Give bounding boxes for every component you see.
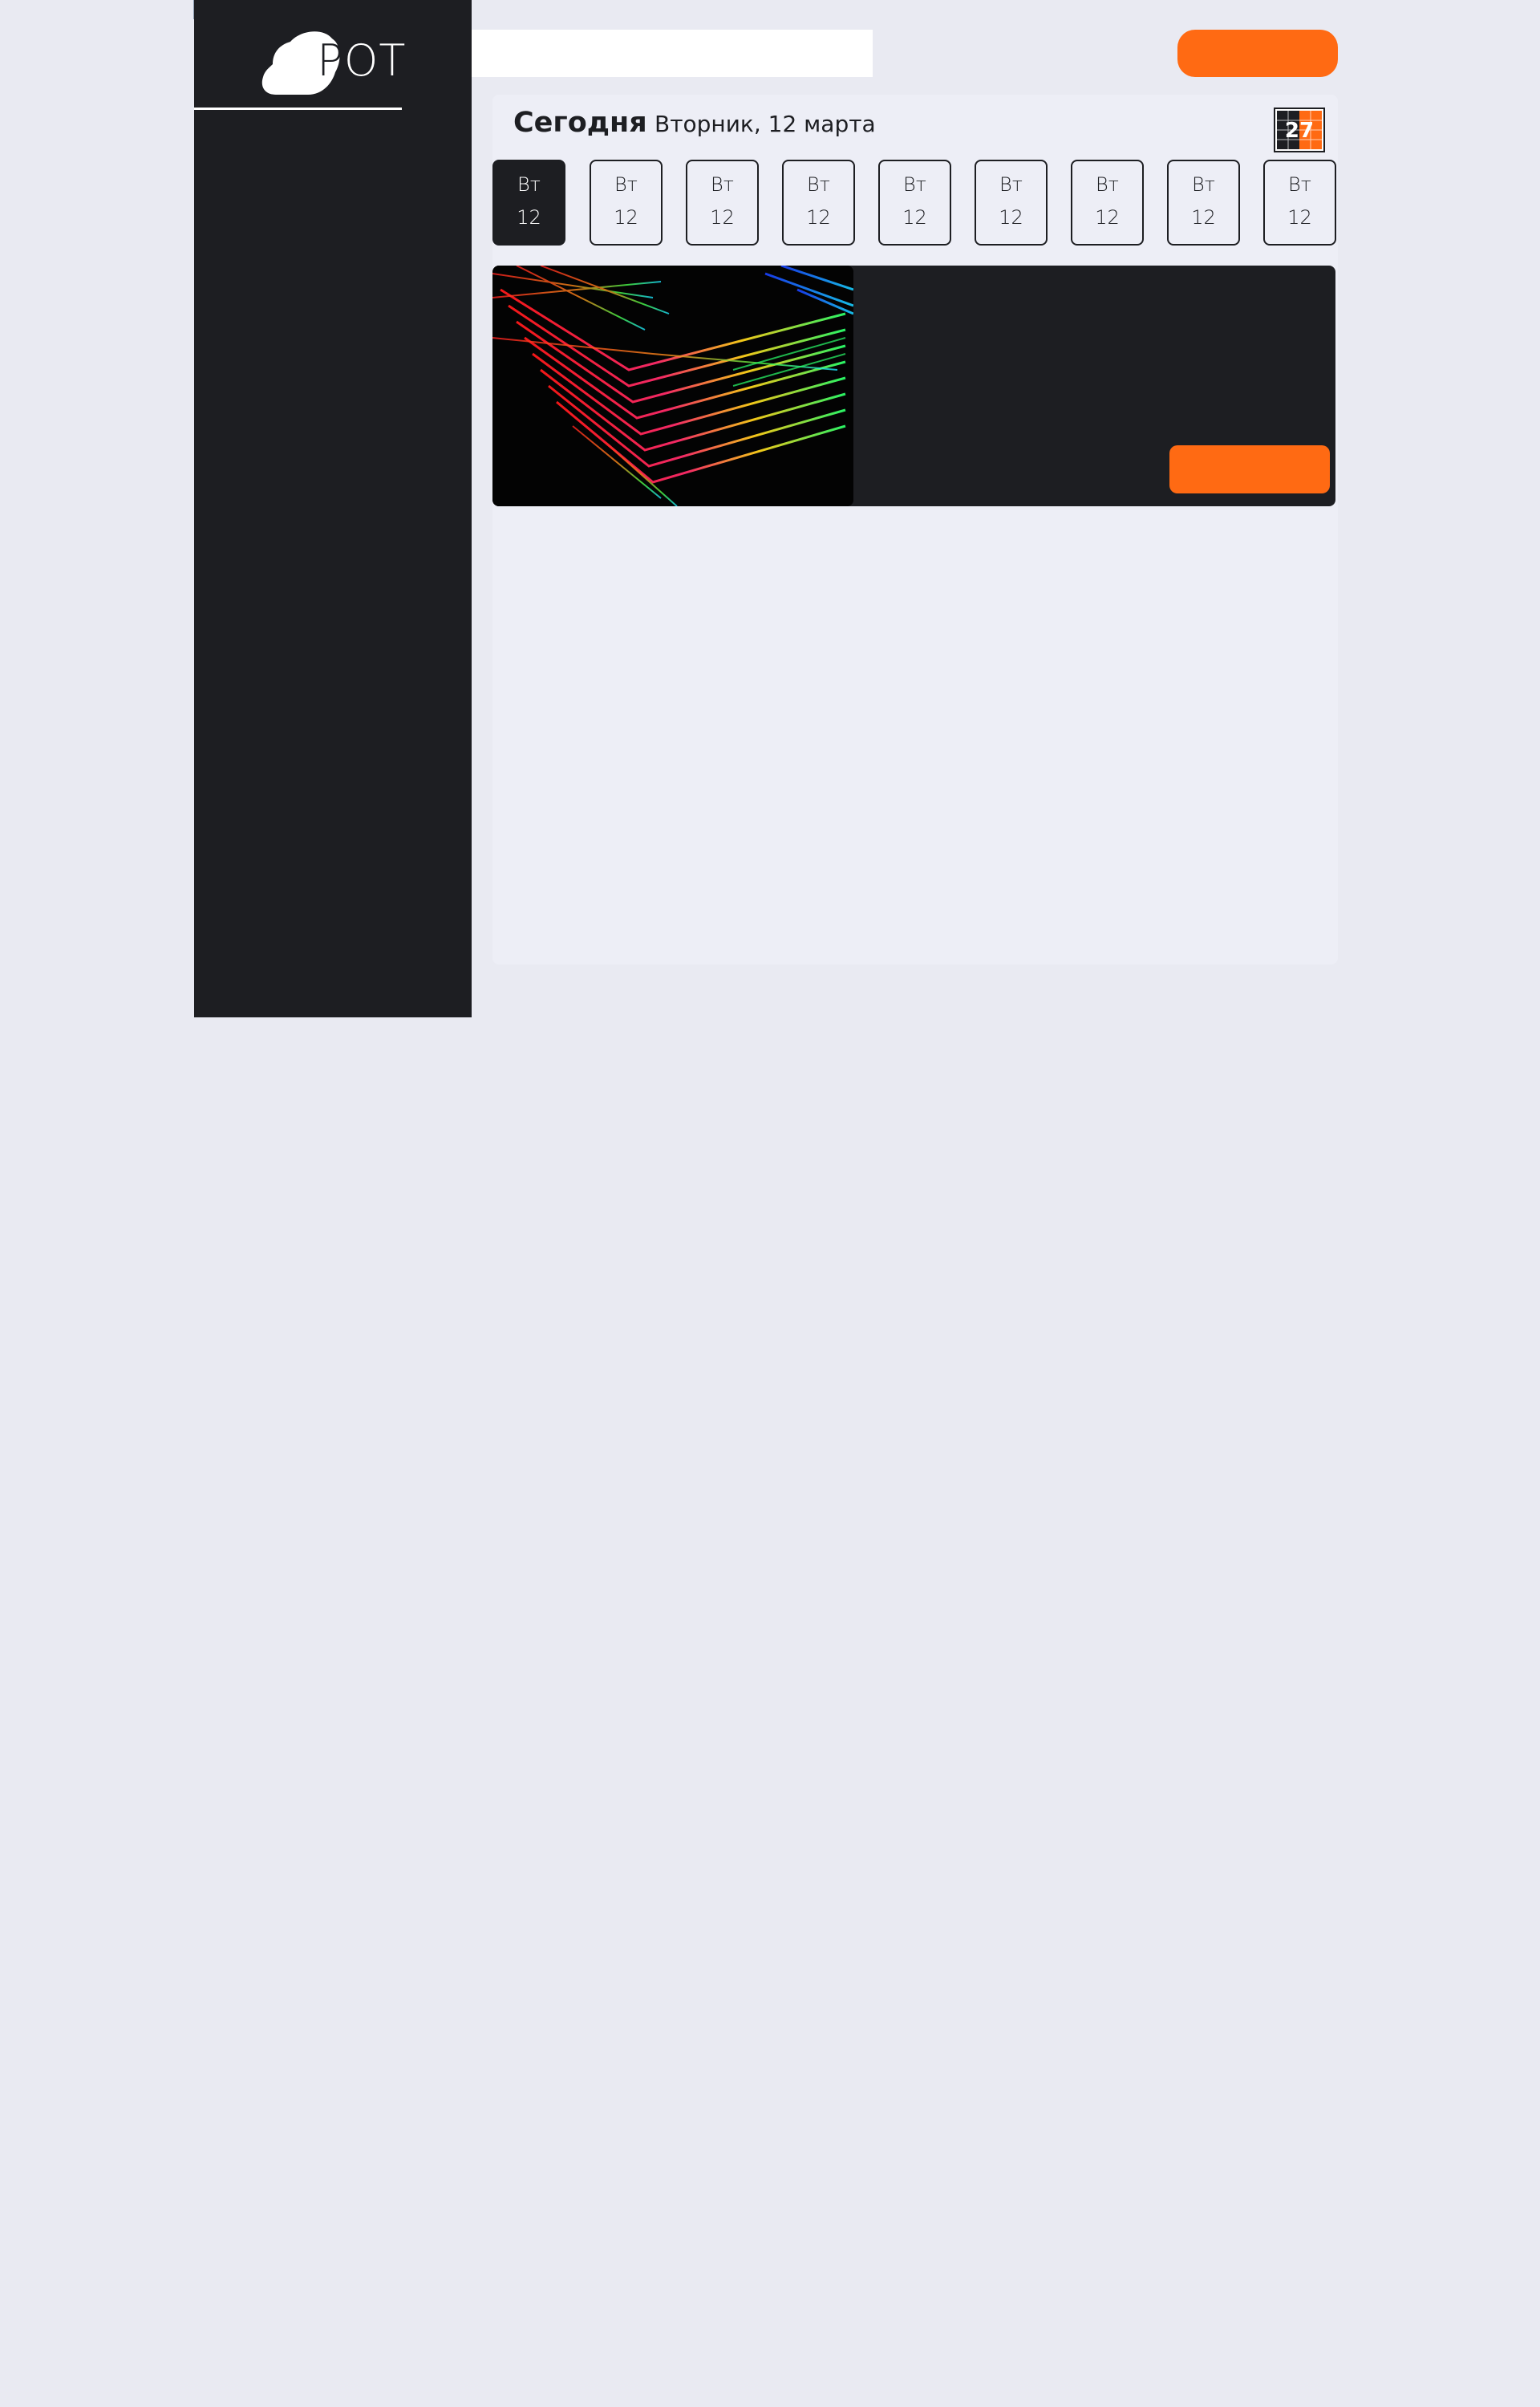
day-item[interactable]: Вт 12 (492, 160, 565, 246)
day-weekday: Вт (1096, 173, 1119, 196)
day-weekday: Вт (614, 173, 638, 196)
day-item[interactable]: Вт 12 (878, 160, 951, 246)
logo-text: SPOT (289, 37, 406, 85)
day-weekday: Вт (903, 173, 926, 196)
day-number: 12 (999, 206, 1023, 229)
day-weekday: Вт (517, 173, 541, 196)
day-weekday: Вт (807, 173, 830, 196)
day-number: 12 (614, 206, 638, 229)
sidebar (194, 0, 472, 1017)
logo-letters-ot: OT (343, 35, 407, 86)
day-item[interactable]: Вт 12 (975, 160, 1048, 246)
day-number: 12 (1095, 206, 1120, 229)
current-date: Вторник, 12 марта (654, 111, 876, 137)
today-heading: Сегодня (513, 107, 647, 139)
day-number: 12 (517, 206, 541, 229)
header-action-button[interactable] (1177, 30, 1338, 77)
calendar-icon-number: 27 (1285, 119, 1314, 143)
day-item[interactable]: Вт 12 (1071, 160, 1144, 246)
event-action-button[interactable] (1169, 445, 1330, 493)
logo-letter-s: S (289, 35, 318, 86)
day-weekday: Вт (711, 173, 734, 196)
calendar-icon[interactable]: 27 (1274, 108, 1325, 152)
day-number: 12 (1191, 206, 1216, 229)
day-item[interactable]: Вт 12 (686, 160, 759, 246)
sidebar-divider (194, 108, 402, 110)
day-item[interactable]: Вт 12 (1263, 160, 1336, 246)
day-item[interactable]: Вт 12 (1167, 160, 1240, 246)
day-number: 12 (710, 206, 735, 229)
day-number: 12 (1287, 206, 1312, 229)
event-card[interactable] (492, 266, 1335, 506)
day-number: 12 (902, 206, 927, 229)
day-weekday: Вт (999, 173, 1023, 196)
day-item[interactable]: Вт 12 (782, 160, 855, 246)
logo-letter-p: P (317, 35, 344, 86)
search-input[interactable] (472, 30, 873, 77)
day-weekday: Вт (1192, 173, 1215, 196)
spot-logo[interactable]: SPOT (258, 27, 411, 99)
day-item[interactable]: Вт 12 (590, 160, 663, 246)
day-weekday: Вт (1288, 173, 1311, 196)
day-number: 12 (806, 206, 831, 229)
neon-lines-image (492, 266, 853, 506)
